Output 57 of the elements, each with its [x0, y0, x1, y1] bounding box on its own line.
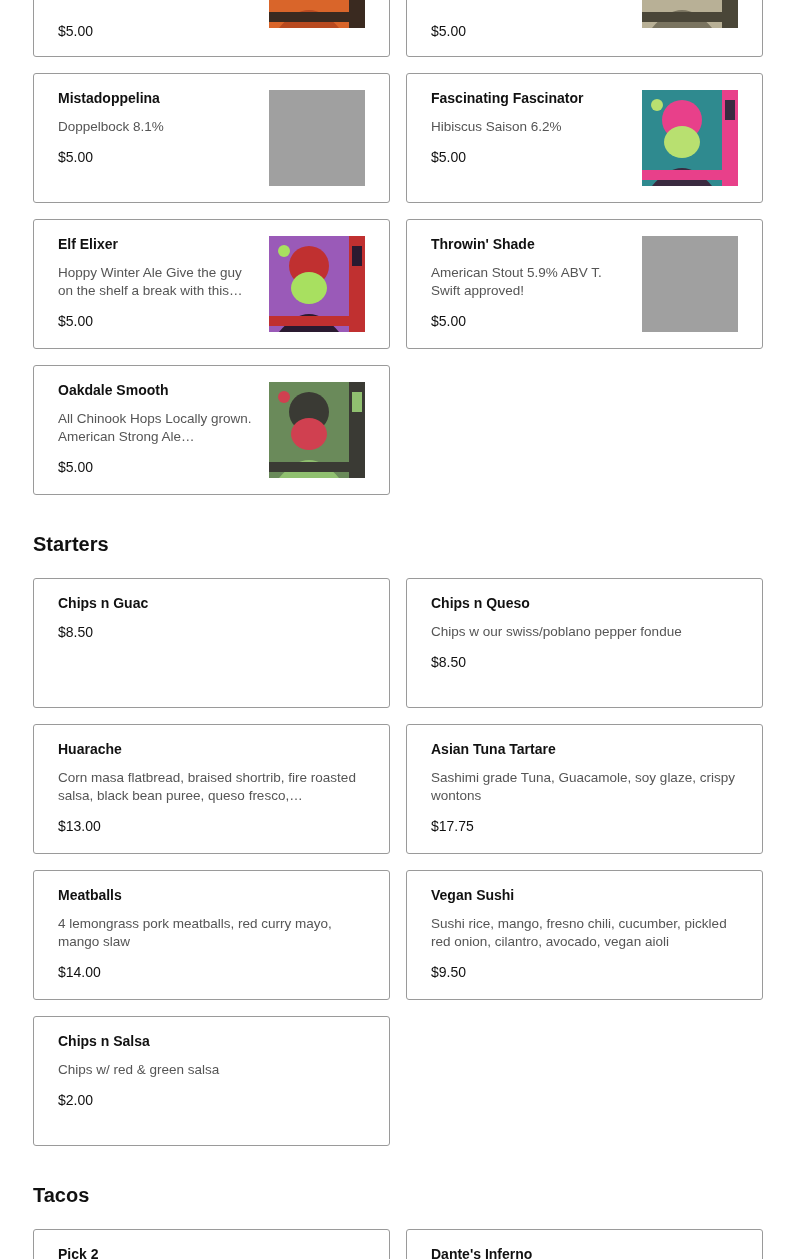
item-name: Pick 2	[58, 1246, 100, 1259]
menu-item-card[interactable]: Mistadoppelina Doppelbock 8.1% $5.00	[33, 73, 390, 203]
item-description: Chips w our swiss/poblano pepper fondue	[431, 623, 683, 641]
item-price: $9.50	[431, 963, 468, 981]
item-name: Meatballs	[58, 887, 123, 903]
item-price: $17.75	[431, 817, 475, 835]
item-price: $13.00	[58, 817, 102, 835]
item-name: Fascinating Fascinator	[431, 90, 585, 106]
section-heading: Tacos	[33, 1183, 91, 1208]
item-description: Sushi rice, mango, fresno chili, cucumber, pickled red onion, cilantro, avocado, vegan aioli	[431, 915, 728, 951]
item-name: Oakdale Smooth	[58, 382, 170, 398]
item-name: Vegan Sushi	[431, 887, 516, 903]
menu-item-card[interactable]: Fascinating Fascinator Hibiscus Saison 6.2% $5.00	[406, 73, 763, 203]
item-description: Doppelbock 8.1%	[58, 118, 165, 136]
item-description: Corn masa flatbread, braised shortrib, fire roasted salsa, black bean puree, queso fresco,…	[58, 769, 357, 805]
item-price: $14.00	[58, 963, 102, 981]
menu-item-card[interactable]: Dante's Inferno	[406, 1229, 763, 1259]
item-name: Chips n Queso	[431, 595, 531, 611]
item-name: Mistadoppelina	[58, 90, 161, 106]
item-price: $5.00	[58, 312, 95, 330]
section-heading: Starters	[33, 532, 110, 557]
item-description: All Chinook Hops Locally grown. American Strong Ale…	[58, 410, 253, 446]
item-name: Chips n Salsa	[58, 1033, 151, 1049]
menu-item-card[interactable]: Huarache Corn masa flatbread, braised shortrib, fire roasted salsa, black bean puree, queso fresco,… $13.00	[33, 724, 390, 854]
menu-item-card[interactable]: Chips n Guac $8.50	[33, 578, 390, 708]
menu-item-card[interactable]: $5.00	[406, 0, 763, 57]
item-name: Dante's Inferno	[431, 1246, 534, 1259]
item-name: Elf Elixer	[58, 236, 119, 252]
menu-item-card[interactable]: Asian Tuna Tartare Sashimi grade Tuna, Guacamole, soy glaze, crispy wontons $17.75	[406, 724, 763, 854]
item-price: $8.50	[58, 623, 95, 641]
menu-item-card[interactable]: Vegan Sushi Sushi rice, mango, fresno chili, cucumber, pickled red onion, cilantro, avocado, vegan aioli $9.50	[406, 870, 763, 1000]
item-price: $5.00	[58, 458, 95, 476]
item-price: $2.00	[58, 1091, 95, 1109]
menu-item-card[interactable]: Oakdale Smooth All Chinook Hops Locally grown. American Strong Ale… $5.00	[33, 365, 390, 495]
item-price: $5.00	[58, 148, 95, 166]
item-description: Sashimi grade Tuna, Guacamole, soy glaze, crispy wontons	[431, 769, 736, 805]
item-price: $8.50	[431, 653, 468, 671]
menu-item-card[interactable]: Meatballs 4 lemongrass pork meatballs, red curry mayo, mango slaw $14.00	[33, 870, 390, 1000]
item-price: $5.00	[58, 22, 95, 40]
menu-item-card[interactable]: Elf Elixer Hoppy Winter Ale Give the guy on the shelf a break with this… $5.00	[33, 219, 390, 349]
item-price: $5.00	[431, 148, 468, 166]
item-price: $5.00	[431, 22, 468, 40]
item-description: Hibiscus Saison 6.2%	[431, 118, 563, 136]
menu-item-card[interactable]: Chips n Salsa Chips w/ red & green salsa $2.00	[33, 1016, 390, 1146]
item-description: Hoppy Winter Ale Give the guy on the shelf a break with this…	[58, 264, 244, 300]
item-name: Asian Tuna Tartare	[431, 741, 557, 757]
menu-item-card[interactable]: Pick 2	[33, 1229, 390, 1259]
menu-item-card[interactable]: Throwin' Shade American Stout 5.9% ABV T. Swift approved! $5.00	[406, 219, 763, 349]
item-name: Throwin' Shade	[431, 236, 536, 252]
item-name: Chips n Guac	[58, 595, 150, 611]
item-price: $5.00	[431, 312, 468, 330]
menu-item-card[interactable]: Chips n Queso Chips w our swiss/poblano pepper fondue $8.50	[406, 578, 763, 708]
item-description: Chips w/ red & green salsa	[58, 1061, 221, 1079]
menu-item-card[interactable]: $5.00	[33, 0, 390, 57]
item-description: 4 lemongrass pork meatballs, red curry mayo, mango slaw	[58, 915, 333, 951]
item-name: Huarache	[58, 741, 123, 757]
item-description: American Stout 5.9% ABV T. Swift approved!	[431, 264, 603, 300]
